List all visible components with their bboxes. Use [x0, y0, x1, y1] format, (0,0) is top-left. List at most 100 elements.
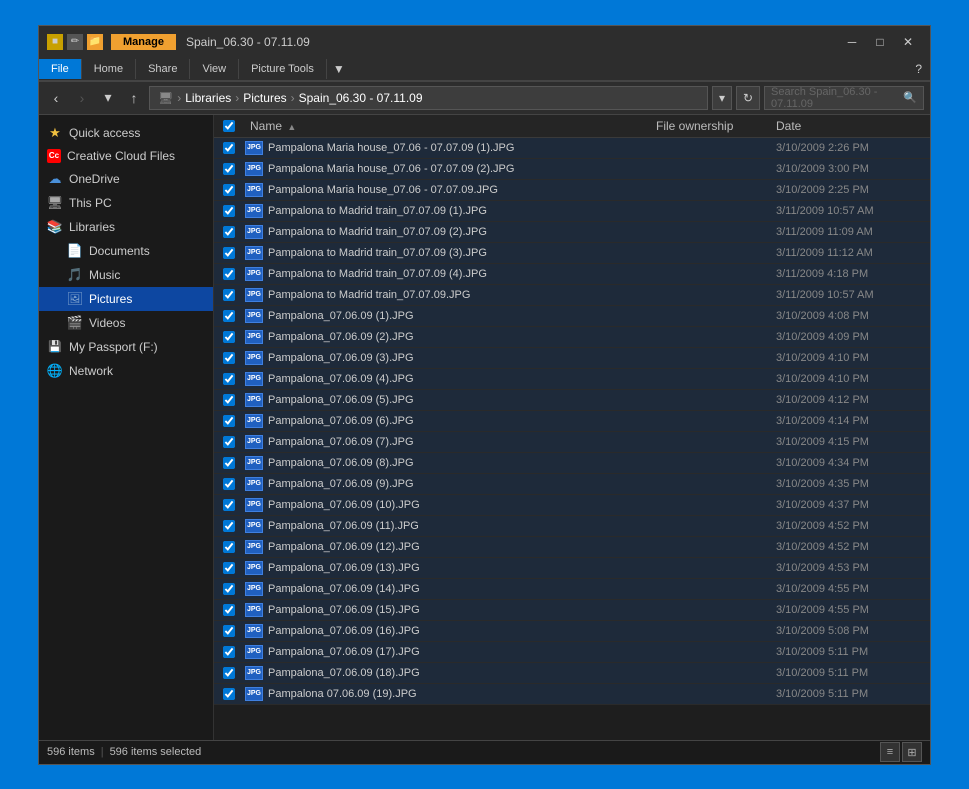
- row-checkbox[interactable]: [223, 373, 235, 385]
- row-checkbox-cell[interactable]: [214, 436, 244, 448]
- row-checkbox[interactable]: [223, 226, 235, 238]
- table-row[interactable]: JPG Pampalona_07.06.09 (5).JPG 3/10/2009…: [214, 390, 930, 411]
- address-dropdown-button[interactable]: ▾: [712, 86, 732, 110]
- table-row[interactable]: JPG Pampalona to Madrid train_07.07.09 (…: [214, 201, 930, 222]
- manage-tab[interactable]: Manage: [111, 34, 176, 50]
- table-row[interactable]: JPG Pampalona_07.06.09 (17).JPG 3/10/200…: [214, 642, 930, 663]
- tab-picture-tools[interactable]: Picture Tools: [239, 59, 327, 79]
- maximize-button[interactable]: □: [866, 32, 894, 52]
- row-checkbox[interactable]: [223, 163, 235, 175]
- table-row[interactable]: JPG Pampalona to Madrid train_07.07.09 (…: [214, 243, 930, 264]
- sidebar-item-documents[interactable]: 📄 Documents: [39, 239, 213, 263]
- tab-file[interactable]: File: [39, 59, 82, 79]
- table-row[interactable]: JPG Pampalona_07.06.09 (11).JPG 3/10/200…: [214, 516, 930, 537]
- ribbon-chevron-icon[interactable]: ▼: [327, 58, 351, 80]
- row-checkbox[interactable]: [223, 310, 235, 322]
- search-box[interactable]: Search Spain_06.30 - 07.11.09 🔍: [764, 86, 924, 110]
- row-checkbox[interactable]: [223, 688, 235, 700]
- row-checkbox-cell[interactable]: [214, 268, 244, 280]
- tab-home[interactable]: Home: [82, 59, 136, 79]
- sidebar-item-my-passport[interactable]: 💾 My Passport (F:): [39, 335, 213, 359]
- address-path[interactable]: 🖥 › Libraries › Pictures › Spain_06.30 -…: [149, 86, 708, 110]
- row-checkbox[interactable]: [223, 478, 235, 490]
- grid-view-button[interactable]: ⊞: [902, 742, 922, 762]
- table-row[interactable]: JPG Pampalona_07.06.09 (4).JPG 3/10/2009…: [214, 369, 930, 390]
- table-row[interactable]: JPG Pampalona_07.06.09 (8).JPG 3/10/2009…: [214, 453, 930, 474]
- select-all-checkbox[interactable]: [223, 120, 235, 132]
- sidebar-item-onedrive[interactable]: ☁ OneDrive: [39, 167, 213, 191]
- row-checkbox-cell[interactable]: [214, 604, 244, 616]
- sidebar-item-creative-cloud[interactable]: Cc Creative Cloud Files: [39, 145, 213, 167]
- row-checkbox-cell[interactable]: [214, 646, 244, 658]
- forward-button[interactable]: ›: [71, 87, 93, 109]
- row-checkbox[interactable]: [223, 436, 235, 448]
- row-checkbox[interactable]: [223, 415, 235, 427]
- row-checkbox-cell[interactable]: [214, 394, 244, 406]
- help-button[interactable]: ?: [907, 58, 930, 80]
- sidebar-item-network[interactable]: 🌐 Network: [39, 359, 213, 383]
- row-checkbox-cell[interactable]: [214, 184, 244, 196]
- row-checkbox[interactable]: [223, 520, 235, 532]
- table-row[interactable]: JPG Pampalona_07.06.09 (14).JPG 3/10/200…: [214, 579, 930, 600]
- row-checkbox[interactable]: [223, 331, 235, 343]
- row-checkbox[interactable]: [223, 205, 235, 217]
- table-row[interactable]: JPG Pampalona_07.06.09 (2).JPG 3/10/2009…: [214, 327, 930, 348]
- breadcrumb-libraries[interactable]: Libraries: [185, 91, 231, 105]
- row-checkbox-cell[interactable]: [214, 373, 244, 385]
- row-checkbox-cell[interactable]: [214, 457, 244, 469]
- row-checkbox[interactable]: [223, 247, 235, 259]
- table-row[interactable]: JPG Pampalona_07.06.09 (12).JPG 3/10/200…: [214, 537, 930, 558]
- breadcrumb-current[interactable]: Spain_06.30 - 07.11.09: [299, 91, 423, 105]
- sidebar-item-this-pc[interactable]: 🖥 This PC: [39, 191, 213, 215]
- table-row[interactable]: JPG Pampalona_07.06.09 (13).JPG 3/10/200…: [214, 558, 930, 579]
- table-row[interactable]: JPG Pampalona Maria house_07.06 - 07.07.…: [214, 138, 930, 159]
- row-checkbox[interactable]: [223, 394, 235, 406]
- breadcrumb-pictures[interactable]: Pictures: [243, 91, 286, 105]
- row-checkbox-cell[interactable]: [214, 541, 244, 553]
- sidebar-item-videos[interactable]: 🎬 Videos: [39, 311, 213, 335]
- row-checkbox[interactable]: [223, 583, 235, 595]
- row-checkbox-cell[interactable]: [214, 478, 244, 490]
- table-row[interactable]: JPG Pampalona_07.06.09 (1).JPG 3/10/2009…: [214, 306, 930, 327]
- tab-share[interactable]: Share: [136, 59, 190, 79]
- row-checkbox-cell[interactable]: [214, 415, 244, 427]
- sidebar-item-music[interactable]: 🎵 Music: [39, 263, 213, 287]
- row-checkbox[interactable]: [223, 142, 235, 154]
- row-checkbox-cell[interactable]: [214, 688, 244, 700]
- row-checkbox-cell[interactable]: [214, 226, 244, 238]
- recent-locations-button[interactable]: ▾: [97, 87, 119, 109]
- table-row[interactable]: JPG Pampalona_07.06.09 (16).JPG 3/10/200…: [214, 621, 930, 642]
- back-button[interactable]: ‹: [45, 87, 67, 109]
- row-checkbox-cell[interactable]: [214, 247, 244, 259]
- row-checkbox[interactable]: [223, 499, 235, 511]
- table-row[interactable]: JPG Pampalona 07.06.09 (19).JPG 3/10/200…: [214, 684, 930, 705]
- header-date[interactable]: Date: [770, 119, 930, 133]
- row-checkbox-cell[interactable]: [214, 520, 244, 532]
- table-row[interactable]: JPG Pampalona Maria house_07.06 - 07.07.…: [214, 159, 930, 180]
- list-view-button[interactable]: ≡: [880, 742, 900, 762]
- table-row[interactable]: JPG Pampalona_07.06.09 (3).JPG 3/10/2009…: [214, 348, 930, 369]
- row-checkbox[interactable]: [223, 646, 235, 658]
- row-checkbox[interactable]: [223, 289, 235, 301]
- sidebar-item-libraries[interactable]: 📚 Libraries: [39, 215, 213, 239]
- row-checkbox-cell[interactable]: [214, 289, 244, 301]
- table-row[interactable]: JPG Pampalona to Madrid train_07.07.09.J…: [214, 285, 930, 306]
- row-checkbox-cell[interactable]: [214, 352, 244, 364]
- row-checkbox-cell[interactable]: [214, 562, 244, 574]
- row-checkbox-cell[interactable]: [214, 583, 244, 595]
- table-row[interactable]: JPG Pampalona to Madrid train_07.07.09 (…: [214, 264, 930, 285]
- row-checkbox-cell[interactable]: [214, 625, 244, 637]
- row-checkbox[interactable]: [223, 457, 235, 469]
- table-row[interactable]: JPG Pampalona Maria house_07.06 - 07.07.…: [214, 180, 930, 201]
- table-row[interactable]: JPG Pampalona_07.06.09 (10).JPG 3/10/200…: [214, 495, 930, 516]
- close-button[interactable]: ✕: [894, 32, 922, 52]
- row-checkbox-cell[interactable]: [214, 310, 244, 322]
- row-checkbox-cell[interactable]: [214, 163, 244, 175]
- table-row[interactable]: JPG Pampalona_07.06.09 (18).JPG 3/10/200…: [214, 663, 930, 684]
- row-checkbox[interactable]: [223, 184, 235, 196]
- up-button[interactable]: ↑: [123, 87, 145, 109]
- row-checkbox[interactable]: [223, 625, 235, 637]
- row-checkbox-cell[interactable]: [214, 142, 244, 154]
- table-row[interactable]: JPG Pampalona_07.06.09 (9).JPG 3/10/2009…: [214, 474, 930, 495]
- row-checkbox[interactable]: [223, 541, 235, 553]
